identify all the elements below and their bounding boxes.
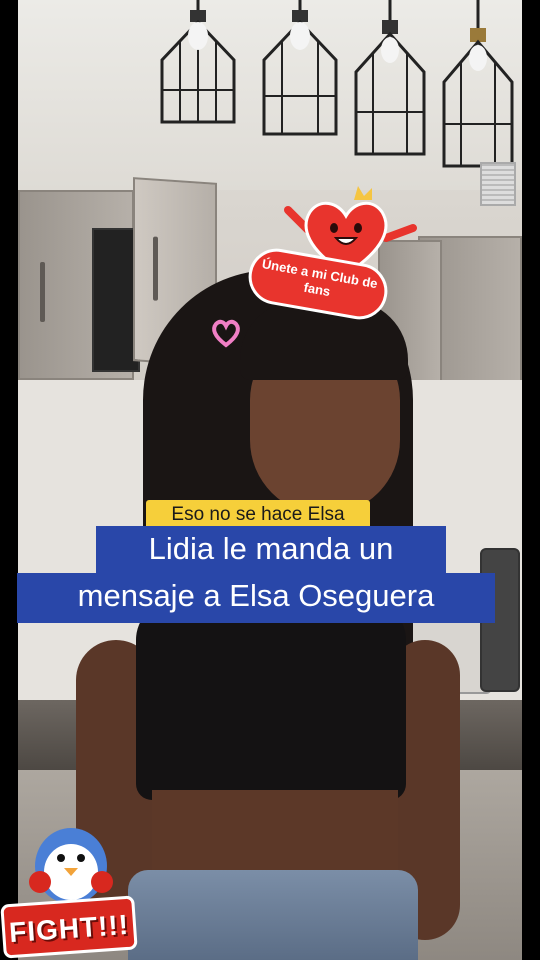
left-letterbox — [0, 0, 18, 960]
penguin-mascot-icon — [29, 828, 113, 904]
pendant-lamp — [354, 0, 426, 156]
pendant-lamp — [160, 0, 236, 124]
black-crop-top — [136, 600, 406, 800]
fight-label: FIGHT!!! — [0, 895, 138, 959]
fight-sticker[interactable]: FIGHT!!! — [0, 818, 140, 960]
jeans — [128, 870, 418, 960]
air-vent — [480, 162, 516, 206]
pendant-lamp — [262, 0, 338, 136]
right-letterbox — [522, 0, 540, 960]
caption-blue-line1: Lidia le manda un — [96, 526, 446, 574]
caption-blue-line2: mensaje a Elsa Oseguera — [17, 573, 495, 623]
heart-icon — [212, 319, 240, 348]
pendant-lamp — [442, 0, 514, 168]
video-frame[interactable] — [18, 0, 522, 960]
fan-club-sticker[interactable]: Únete a mi Club de fans — [244, 178, 417, 328]
